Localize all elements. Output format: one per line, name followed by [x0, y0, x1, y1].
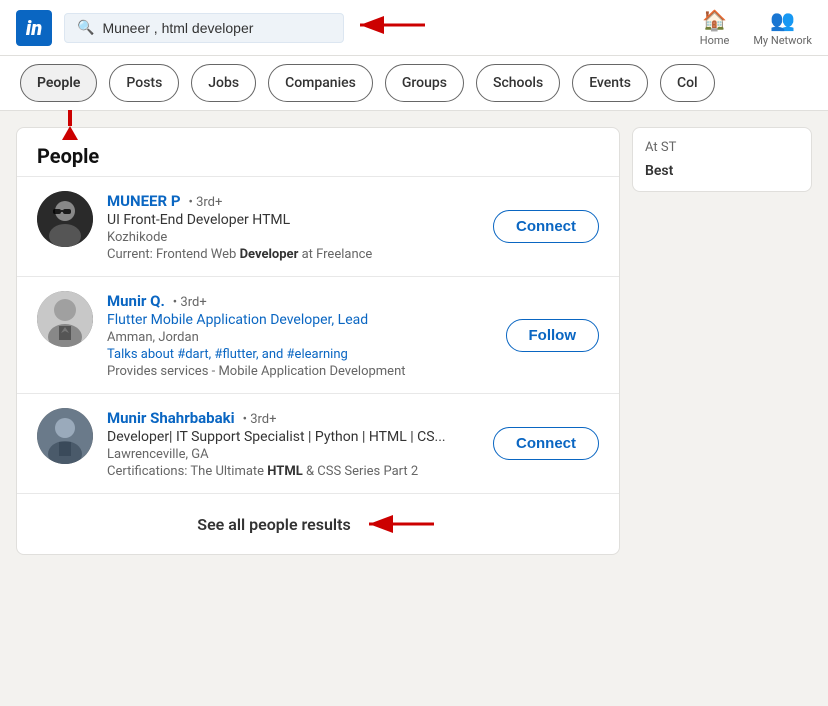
see-all-label[interactable]: See all people results	[197, 515, 350, 534]
person-services-munir-q: Provides services - Mobile Application D…	[107, 364, 492, 379]
person-info-muneer-p: MUNEER P • 3rd+ UI Front-End Developer H…	[107, 191, 479, 262]
search-icon: 🔍	[77, 20, 94, 36]
person-location-munir-q: Amman, Jordan	[107, 330, 492, 345]
person-name-munir-s: Munir Shahrbabaki	[107, 409, 235, 427]
person-row-munir-s: Munir Shahrbabaki • 3rd+ Developer| IT S…	[17, 393, 619, 493]
tab-events[interactable]: Events	[572, 64, 648, 102]
tab-jobs[interactable]: Jobs	[191, 64, 256, 102]
avatar-munir-s	[37, 408, 93, 464]
person-title-munir-s: Developer| IT Support Specialist | Pytho…	[107, 429, 479, 445]
search-arrow-annotation	[350, 9, 430, 41]
search-input[interactable]	[102, 20, 331, 36]
sidebar-at-st: At ST	[645, 140, 799, 155]
see-all-arrow-annotation	[359, 510, 439, 538]
see-all-row: See all people results	[17, 493, 619, 554]
person-info-munir-q: Munir Q. • 3rd+ Flutter Mobile Applicati…	[107, 291, 492, 379]
person-degree-munir-q: • 3rd+	[173, 295, 207, 310]
person-location-muneer-p: Kozhikode	[107, 230, 479, 245]
person-current-muneer-p: Current: Frontend Web Developer at Freel…	[107, 247, 479, 262]
follow-button-munir-q[interactable]: Follow	[506, 319, 600, 352]
avatar-munir-q	[37, 291, 93, 347]
tab-posts[interactable]: Posts	[109, 64, 179, 102]
person-cert-munir-s: Certifications: The Ultimate HTML & CSS …	[107, 464, 479, 479]
current-suffix: at Freelance	[302, 247, 373, 262]
right-sidebar: At ST Best	[632, 127, 812, 192]
cert-prefix: Certifications: The Ultimate	[107, 464, 267, 479]
person-tags-munir-q: Talks about #dart, #flutter, and #elearn…	[107, 347, 492, 362]
person-title-munir-q: Flutter Mobile Application Developer, Le…	[107, 312, 492, 328]
nav-home[interactable]: 🏠 Home	[700, 8, 730, 47]
home-icon: 🏠	[702, 8, 727, 32]
avatar-muneer-p	[37, 191, 93, 247]
nav-network-label: My Network	[753, 34, 812, 47]
person-row-muneer-p: MUNEER P • 3rd+ UI Front-End Developer H…	[17, 176, 619, 276]
tab-groups[interactable]: Groups	[385, 64, 464, 102]
cert-suffix: & CSS Series Part 2	[306, 464, 418, 479]
person-degree-muneer-p: • 3rd+	[188, 195, 222, 210]
current-prefix: Current: Frontend Web	[107, 247, 236, 262]
filter-tabs-bar: People Posts Jobs Companies Groups Schoo…	[0, 56, 828, 111]
people-tab-arrow-annotation	[62, 110, 78, 140]
person-info-munir-s: Munir Shahrbabaki • 3rd+ Developer| IT S…	[107, 408, 479, 479]
person-row-munir-q: Munir Q. • 3rd+ Flutter Mobile Applicati…	[17, 276, 619, 393]
nav-home-label: Home	[700, 34, 730, 47]
person-name-muneer-p: MUNEER P	[107, 192, 180, 210]
tab-schools[interactable]: Schools	[476, 64, 560, 102]
sidebar-card: At ST Best	[632, 127, 812, 192]
person-degree-munir-s: • 3rd+	[243, 412, 277, 427]
current-highlight: Developer	[240, 247, 299, 262]
person-name-munir-q: Munir Q.	[107, 292, 165, 310]
connect-button-munir-s[interactable]: Connect	[493, 427, 599, 460]
linkedin-logo[interactable]: in	[16, 10, 52, 46]
header-nav: 🏠 Home 👥 My Network	[700, 8, 812, 47]
network-icon: 👥	[770, 8, 795, 32]
cert-highlight: HTML	[267, 464, 302, 479]
tab-col[interactable]: Col	[660, 64, 715, 102]
sidebar-best: Best	[645, 163, 799, 179]
tab-companies[interactable]: Companies	[268, 64, 373, 102]
linkedin-logo-text: in	[26, 16, 42, 40]
people-card-title: People	[17, 128, 619, 176]
header: in 🔍 🏠 Home 👥 My Network	[0, 0, 828, 56]
people-card: People MUNEER P • 3rd+ UI F	[16, 127, 620, 555]
person-location-munir-s: Lawrenceville, GA	[107, 447, 479, 462]
main-layout: People MUNEER P • 3rd+ UI F	[0, 111, 828, 571]
nav-network[interactable]: 👥 My Network	[753, 8, 812, 47]
connect-button-muneer-p[interactable]: Connect	[493, 210, 599, 243]
search-bar: 🔍	[64, 13, 344, 43]
tab-people[interactable]: People	[20, 64, 97, 102]
person-title-muneer-p: UI Front-End Developer HTML	[107, 212, 479, 228]
